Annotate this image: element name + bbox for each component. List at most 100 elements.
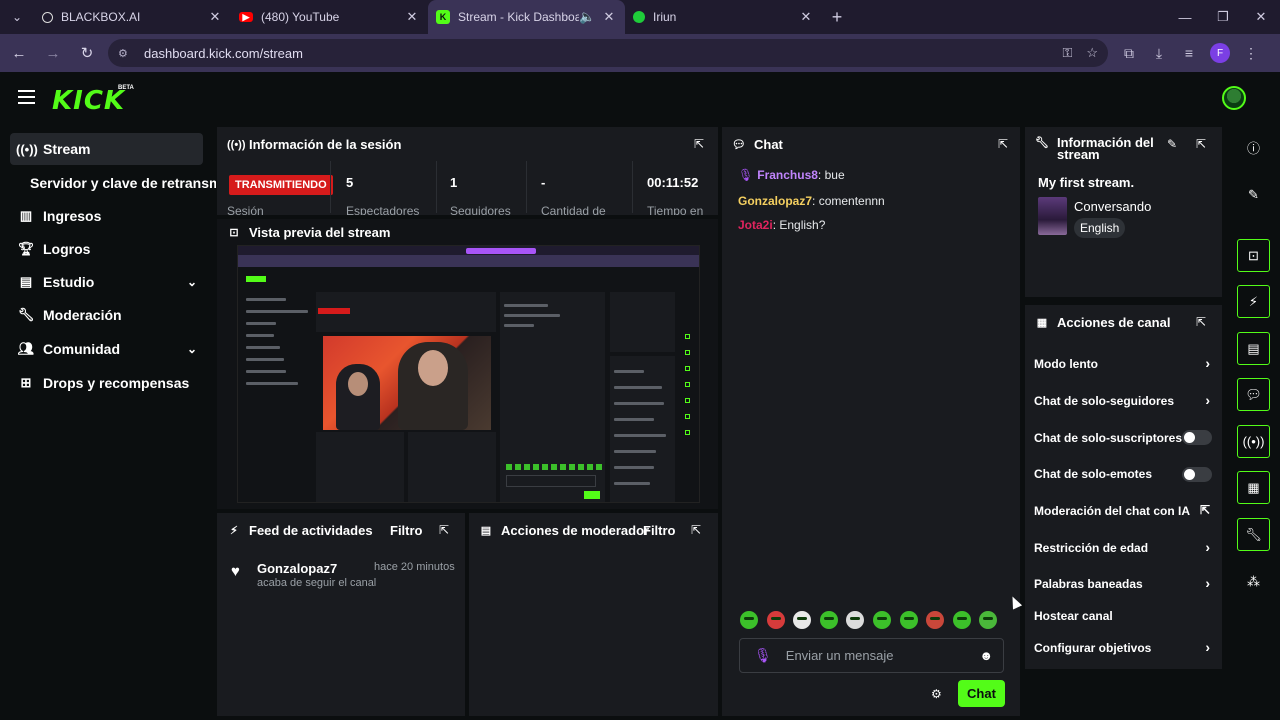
browser-tab-youtube[interactable]: ▶ (480) YouTube ✕ bbox=[231, 0, 428, 34]
close-icon[interactable]: ✕ bbox=[601, 9, 617, 25]
mini-active-tab bbox=[466, 248, 536, 254]
stream-category[interactable]: Conversando bbox=[1074, 199, 1151, 214]
mini-rail-button bbox=[685, 398, 690, 403]
password-key-icon[interactable]: ⚿ bbox=[1062, 45, 1072, 61]
sidebar-item-server-key[interactable]: Servidor y clave de retransm bbox=[30, 175, 216, 191]
close-window-icon[interactable]: ✕ bbox=[1242, 0, 1280, 34]
chevron-right-icon[interactable]: › bbox=[1205, 392, 1210, 408]
preview-icon[interactable]: ⊡ bbox=[1237, 239, 1270, 272]
sidebar-item-moderacion[interactable]: 🔧︎ Moderación bbox=[10, 299, 203, 331]
stream-title: My first stream. bbox=[1038, 175, 1135, 190]
stream-info-title: Información del stream bbox=[1056, 135, 1154, 162]
close-icon[interactable]: ✕ bbox=[404, 9, 420, 25]
sidebar-item-estudio[interactable]: ▤ Estudio ⌄ bbox=[10, 266, 203, 298]
emote-icon[interactable] bbox=[952, 611, 971, 629]
profile-avatar[interactable]: F bbox=[1210, 43, 1230, 63]
new-tab-button[interactable]: + bbox=[822, 7, 852, 28]
action-followers-only[interactable]: Chat de solo-seguidores bbox=[1034, 394, 1174, 408]
bookmark-star-icon[interactable]: ☆ bbox=[1086, 45, 1098, 61]
popout-icon[interactable]: ⇱ bbox=[439, 523, 449, 537]
wrench-icon[interactable]: 🔧︎ bbox=[1237, 518, 1270, 551]
emote-icon[interactable] bbox=[846, 611, 865, 629]
mic-icon: 🎙︎ bbox=[738, 168, 754, 182]
divider bbox=[436, 161, 437, 213]
popout-icon[interactable]: ⇱ bbox=[1196, 137, 1206, 151]
maximize-icon[interactable]: ❐ bbox=[1204, 0, 1242, 34]
action-configure-goals[interactable]: Configurar objetivos bbox=[1034, 641, 1151, 655]
user-avatar[interactable] bbox=[1222, 86, 1246, 110]
browser-tab-kick[interactable]: K Stream - Kick Dashboard 🔈 ✕ bbox=[428, 0, 625, 34]
reload-icon[interactable]: ↻ bbox=[72, 38, 102, 68]
stream-preview-video[interactable] bbox=[237, 245, 700, 503]
close-icon[interactable]: ✕ bbox=[207, 9, 223, 25]
broadcast-icon[interactable]: ((•)) bbox=[1237, 425, 1270, 458]
popout-icon[interactable]: ⇱ bbox=[1196, 315, 1206, 329]
edit-pencil-icon[interactable]: ✎ bbox=[1167, 137, 1177, 151]
emote-icon[interactable] bbox=[979, 611, 998, 629]
sidebar-item-drops[interactable]: ⊞ Drops y recompensas bbox=[10, 367, 203, 399]
emote-icon[interactable] bbox=[819, 611, 838, 629]
subscribers-only-toggle[interactable] bbox=[1182, 430, 1212, 445]
kick-logo[interactable]: KICK bbox=[52, 86, 125, 116]
media-control-icon[interactable]: ≡ bbox=[1174, 45, 1204, 61]
action-host-channel[interactable]: Hostear canal bbox=[1034, 609, 1113, 623]
sidebar-item-stream[interactable]: ((•)) Stream bbox=[10, 133, 203, 165]
speaker-icon[interactable]: 🔈 bbox=[579, 9, 595, 25]
chevron-right-icon[interactable]: › bbox=[1205, 575, 1210, 591]
feed-user[interactable]: Gonzalopaz7 bbox=[257, 561, 337, 576]
chevron-right-icon[interactable]: › bbox=[1205, 355, 1210, 371]
download-icon[interactable]: ⤓ bbox=[1144, 45, 1174, 62]
emote-icon[interactable] bbox=[872, 611, 891, 629]
emoji-picker-icon[interactable]: ☻ bbox=[979, 648, 993, 663]
emote-icon[interactable] bbox=[899, 611, 918, 629]
channel-actions-icon[interactable]: ▦ bbox=[1237, 471, 1270, 504]
chevron-down-icon[interactable]: ⌄ bbox=[187, 342, 197, 356]
edit-pencil-icon[interactable]: ✎ bbox=[1237, 178, 1270, 211]
chevron-right-icon[interactable]: › bbox=[1205, 639, 1210, 655]
emote-icon[interactable] bbox=[793, 611, 812, 629]
site-info-icon[interactable]: ⚙ bbox=[118, 47, 134, 60]
bolt-icon[interactable]: ⚡︎ bbox=[1237, 285, 1270, 318]
feed-filter-button[interactable]: Filtro bbox=[390, 523, 423, 538]
add-widget-icon[interactable]: ⁂ bbox=[1237, 565, 1270, 598]
chat-username[interactable]: Gonzalopaz7 bbox=[738, 194, 812, 208]
emote-icon[interactable] bbox=[926, 611, 945, 629]
forward-icon[interactable]: → bbox=[38, 38, 68, 68]
chat-username[interactable]: Jota2i bbox=[738, 218, 773, 232]
modactions-filter-button[interactable]: Filtro bbox=[643, 523, 676, 538]
chevron-right-icon[interactable]: › bbox=[1205, 539, 1210, 555]
browser-tab-blackbox[interactable]: BLACKBOX.AI ✕ bbox=[34, 0, 231, 34]
popout-icon[interactable]: ⇱ bbox=[998, 137, 1008, 151]
emotes-only-toggle[interactable] bbox=[1182, 467, 1212, 482]
menu-kebab-icon[interactable]: ⋮ bbox=[1236, 45, 1266, 62]
extensions-icon[interactable]: ⧉ bbox=[1114, 45, 1144, 62]
back-icon[interactable]: ← bbox=[4, 38, 34, 68]
panel-title: ⊡ Vista previa del stream bbox=[227, 225, 390, 240]
info-icon[interactable]: ⓘ bbox=[1237, 131, 1270, 164]
action-slow-mode[interactable]: Modo lento bbox=[1034, 357, 1098, 371]
browser-tab-iriun[interactable]: Iriun ✕ bbox=[625, 0, 822, 34]
sidebar-item-logros[interactable]: 🏆︎ Logros bbox=[10, 233, 203, 265]
chevron-down-icon[interactable]: ⌄ bbox=[187, 275, 197, 289]
action-ai-moderation[interactable]: Moderación del chat con IA bbox=[1034, 504, 1190, 518]
sidebar-item-comunidad[interactable]: 👥︎ Comunidad ⌄ bbox=[10, 333, 203, 365]
minimize-icon[interactable]: — bbox=[1166, 0, 1204, 34]
close-icon[interactable]: ✕ bbox=[798, 9, 814, 25]
emote-icon[interactable] bbox=[766, 611, 785, 629]
chat-bubble-icon[interactable]: 💬︎ bbox=[1237, 378, 1270, 411]
document-icon[interactable]: ▤ bbox=[1237, 332, 1270, 365]
popout-icon[interactable]: ⇱ bbox=[691, 523, 701, 537]
external-link-icon[interactable]: ⇱ bbox=[1200, 503, 1210, 517]
action-age-restriction[interactable]: Restricción de edad bbox=[1034, 541, 1148, 555]
chat-message-input[interactable]: 🎙︎ Enviar un mensaje ☻ bbox=[739, 638, 1004, 673]
address-bar[interactable]: ⚙ dashboard.kick.com/stream ⚿ ☆ bbox=[108, 39, 1108, 67]
sidebar-item-ingresos[interactable]: ▥ Ingresos bbox=[10, 200, 203, 232]
hamburger-menu-icon[interactable] bbox=[18, 90, 35, 104]
chat-send-button[interactable]: Chat bbox=[958, 680, 1005, 707]
chat-settings-gear-icon[interactable]: ⚙ bbox=[931, 687, 942, 701]
popout-icon[interactable]: ⇱ bbox=[694, 137, 704, 151]
action-banned-words[interactable]: Palabras baneadas bbox=[1034, 577, 1143, 591]
chat-username[interactable]: Franchus8 bbox=[757, 168, 818, 182]
emote-icon[interactable] bbox=[740, 611, 758, 629]
tab-search-dropdown[interactable]: ⌄ bbox=[0, 0, 34, 34]
